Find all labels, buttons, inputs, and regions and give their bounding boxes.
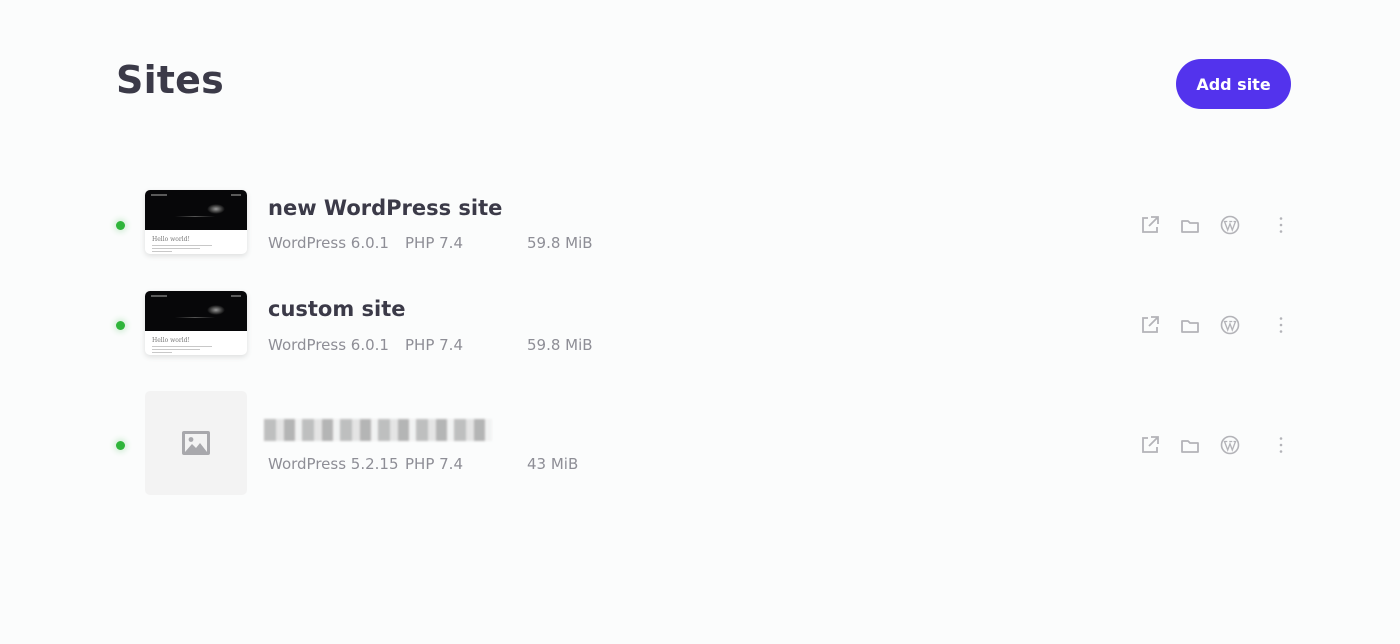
status-running-indicator xyxy=(116,321,125,330)
add-site-button[interactable]: Add site xyxy=(1176,59,1291,109)
folder-icon[interactable] xyxy=(1180,316,1200,336)
site-name[interactable]: custom site xyxy=(268,297,406,321)
folder-icon[interactable] xyxy=(1180,436,1200,456)
wordpress-version: WordPress 6.0.1 xyxy=(268,234,389,252)
site-size: 59.8 MiB xyxy=(527,234,593,252)
php-version: PHP 7.4 xyxy=(405,234,463,252)
site-size: 43 MiB xyxy=(527,455,579,473)
page-title: Sites xyxy=(116,58,224,102)
site-name[interactable]: new WordPress site xyxy=(268,196,502,220)
site-size: 59.8 MiB xyxy=(527,336,593,354)
folder-icon[interactable] xyxy=(1180,216,1200,236)
external-link-icon[interactable] xyxy=(1140,215,1160,235)
wordpress-version: WordPress 5.2.15 xyxy=(268,455,399,473)
wordpress-icon[interactable] xyxy=(1220,315,1240,335)
more-icon[interactable] xyxy=(1271,315,1291,335)
image-placeholder-icon xyxy=(182,431,210,455)
status-running-indicator xyxy=(116,221,125,230)
external-link-icon[interactable] xyxy=(1140,315,1160,335)
more-icon[interactable] xyxy=(1271,215,1291,235)
thumbnail-heading: Hello world! xyxy=(152,236,190,243)
external-link-icon[interactable] xyxy=(1140,435,1160,455)
site-name-obscured[interactable] xyxy=(264,419,492,441)
site-thumbnail-placeholder[interactable] xyxy=(145,391,247,495)
site-thumbnail[interactable]: Hello world! xyxy=(145,291,247,355)
wordpress-icon[interactable] xyxy=(1220,435,1240,455)
wordpress-icon[interactable] xyxy=(1220,215,1240,235)
status-running-indicator xyxy=(116,441,125,450)
site-thumbnail[interactable]: Hello world! xyxy=(145,190,247,254)
php-version: PHP 7.4 xyxy=(405,455,463,473)
php-version: PHP 7.4 xyxy=(405,336,463,354)
more-icon[interactable] xyxy=(1271,435,1291,455)
wordpress-version: WordPress 6.0.1 xyxy=(268,336,389,354)
thumbnail-heading: Hello world! xyxy=(152,337,190,344)
